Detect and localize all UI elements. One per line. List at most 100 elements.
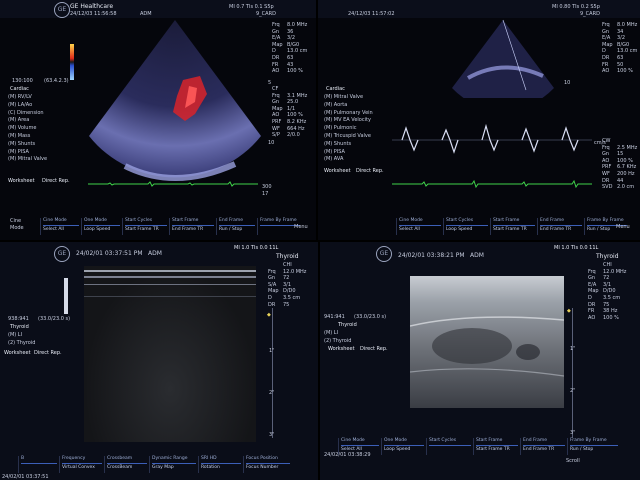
worksheet-button[interactable]: Worksheet bbox=[4, 350, 31, 356]
soft-key-bar: B Frequency Virtual Convex Crossbeam Cross… bbox=[18, 456, 292, 473]
measure-menu: (M) LI (2) Thyroid bbox=[324, 330, 351, 346]
direct-report-button[interactable]: Direct Rep. bbox=[42, 178, 70, 184]
depth-label: 3" bbox=[570, 430, 576, 436]
datetime: 24/12/03 11:57:02 bbox=[348, 11, 395, 17]
menu-item[interactable]: (M) Mitral Valve bbox=[324, 94, 373, 102]
panel-cardiac-doppler: 24/12/03 11:57:02 MI 0.80 TIs 0.2 S5p 9_… bbox=[318, 0, 640, 240]
menu-button[interactable]: Menu bbox=[616, 224, 630, 230]
b-mode-params: CHI Frq 12.0 MHz Gn 72 S/A 3/1 Map D/D0 D 3.5… bbox=[268, 262, 307, 308]
measure-menu: (M) LI (2) Thyroid bbox=[8, 332, 35, 348]
preset-label: Thyroid bbox=[596, 253, 619, 260]
soft-key[interactable]: Focus Position Focus Number bbox=[243, 456, 292, 473]
menu-item[interactable]: (M) Volume bbox=[8, 125, 47, 133]
soft-key[interactable]: Frame By Frame Run / Stop bbox=[567, 438, 620, 455]
output-indices: MI 0.7 TIs 0.1 S5p bbox=[229, 4, 274, 10]
sector-fan bbox=[452, 20, 554, 98]
thyroid-lobe bbox=[432, 328, 512, 364]
ge-logo-icon: GE bbox=[54, 246, 70, 262]
menu-item[interactable]: (M) Mitral Valve bbox=[8, 156, 47, 164]
menu-item[interactable]: (M) Pulmonic bbox=[324, 125, 373, 133]
linear-image bbox=[410, 276, 564, 408]
depth-label: 1" bbox=[269, 348, 275, 354]
cursor-line: 938:941 bbox=[8, 316, 29, 322]
ecg-trace bbox=[88, 181, 258, 187]
menu-item[interactable]: (M) RV/LV bbox=[8, 94, 47, 102]
worksheet-button[interactable]: Worksheet bbox=[328, 346, 355, 352]
focus-marker-icon: ◆ bbox=[267, 312, 271, 318]
soft-key-bar: Cine Mode Select All One Mode Loop Speed S… bbox=[40, 218, 302, 235]
soft-key[interactable]: Start Cycles bbox=[426, 438, 473, 455]
soft-key[interactable]: Start Cycles Start Frame TR bbox=[122, 218, 169, 235]
soft-key[interactable]: One Mode Loop Speed bbox=[381, 438, 426, 455]
soft-key[interactable]: One Mode Loop Speed bbox=[81, 218, 122, 235]
soft-key[interactable]: Frequency Virtual Convex bbox=[59, 456, 104, 473]
menu-item[interactable]: (M) MV EA Velocity bbox=[324, 117, 373, 125]
menu-item[interactable]: (M) Mass bbox=[8, 133, 47, 141]
menu-item[interactable]: (2) Thyroid bbox=[8, 340, 35, 348]
output-indices: MI 1.0 TIs 0.0 11L bbox=[554, 245, 599, 251]
panel-thyroid-image: GE 24/02/01 03:38:21 PM ADM MI 1.0 TIs 0… bbox=[320, 242, 640, 480]
cursor-value: (33.0/23.0 s) bbox=[38, 316, 71, 322]
depth-label: 2" bbox=[570, 388, 576, 394]
menu-item[interactable]: (M) LA/Ao bbox=[8, 102, 47, 110]
gray-scale-bar bbox=[64, 278, 68, 314]
preset-label: Thyroid bbox=[276, 253, 299, 260]
color-scale-bar bbox=[70, 44, 74, 80]
soft-key[interactable]: End Frame End Frame TR bbox=[537, 218, 584, 235]
measure-menu: (M) RV/LV (M) LA/Ao (C) Dimension (M) Ar… bbox=[8, 94, 47, 164]
doppler-spectrum bbox=[392, 123, 592, 154]
depth-ruler bbox=[272, 308, 273, 438]
near-field-line bbox=[84, 296, 256, 297]
worksheet-button[interactable]: Worksheet bbox=[8, 178, 35, 184]
menu-item[interactable]: (M) PISA bbox=[8, 149, 47, 157]
output-indices: MI 0.80 TIs 0.2 S5p bbox=[552, 4, 600, 10]
user-label: ADM bbox=[470, 252, 484, 259]
depth-ruler bbox=[572, 308, 573, 438]
menu-item[interactable]: (C) Dimension bbox=[8, 110, 47, 118]
doppler-waveform bbox=[401, 123, 579, 154]
color-bar-value: (63.4.2.3) bbox=[44, 78, 69, 84]
soft-key[interactable]: SRI HD Rotation bbox=[198, 456, 243, 473]
output-indices: MI 1.0 TIs 0.0 11L bbox=[234, 245, 279, 251]
brand-name: GE Healthcare bbox=[70, 3, 114, 10]
menu-item[interactable]: (M) AVA bbox=[324, 156, 373, 164]
b-mode-params: Frq 8.0 MHz Gn 34 E/A 3/2 Map B/G0 D 13.0 cm … bbox=[602, 22, 638, 75]
panel-thyroid-empty: GE 24/02/01 03:37:51 PM ADM MI 1.0 TIs 0… bbox=[0, 242, 318, 480]
menu-button[interactable]: Menu bbox=[294, 224, 308, 230]
monitor-grid: GE GE Healthcare 24/12/03 11:56:58 ADM M… bbox=[0, 0, 640, 480]
bottom-datetime: 24/02/01 03:38:29 bbox=[324, 452, 371, 458]
direct-report-button[interactable]: Direct Rep. bbox=[356, 168, 384, 174]
measure-menu: (M) Mitral Valve (M) Aorta (M) Pulmonary… bbox=[324, 94, 373, 164]
cw-params: CW Frq 2.5 MHz Gn 15 AO 100 % PRF 6.7 KHz WF… bbox=[602, 138, 638, 191]
soft-key[interactable]: Start Frame Start Frame TR bbox=[490, 218, 537, 235]
probe-id: 9_CARD bbox=[580, 11, 600, 17]
soft-key[interactable]: Start Frame Start Frame TR bbox=[473, 438, 520, 455]
menu-item[interactable]: (M) Aorta bbox=[324, 102, 373, 110]
near-field-line bbox=[84, 284, 256, 285]
soft-key[interactable]: Dynamic Range Gray Map bbox=[149, 456, 198, 473]
soft-key[interactable]: End Frame Run / Stop bbox=[216, 218, 257, 235]
soft-key[interactable]: Start Cycles Loop Speed bbox=[443, 218, 490, 235]
menu-item[interactable]: (M) PISA bbox=[324, 149, 373, 157]
menu-item[interactable]: (M) LI bbox=[324, 330, 351, 338]
near-field-line bbox=[84, 276, 256, 278]
sector-image bbox=[89, 20, 261, 181]
soft-key[interactable]: End Frame End Frame TR bbox=[520, 438, 567, 455]
menu-item[interactable]: (M) Tricuspid Valve bbox=[324, 133, 373, 141]
menu-item[interactable]: (M) Area bbox=[8, 117, 47, 125]
worksheet-button[interactable]: Worksheet bbox=[324, 168, 351, 174]
soft-key[interactable]: B bbox=[18, 456, 59, 473]
direct-report-button[interactable]: Direct Rep. bbox=[360, 346, 388, 352]
soft-key[interactable]: Cine Mode Select All bbox=[396, 218, 443, 235]
direct-report-button[interactable]: Direct Rep. bbox=[34, 350, 62, 356]
soft-key[interactable]: Crossbeam CrossBeam bbox=[104, 456, 149, 473]
menu-item[interactable]: (M) Pulmonary Vein bbox=[324, 110, 373, 118]
soft-key[interactable]: Cine Mode Select All bbox=[40, 218, 81, 235]
menu-item[interactable]: (M) Shunts bbox=[324, 141, 373, 149]
menu-item[interactable]: (M) LI bbox=[8, 332, 35, 340]
ecg-trace bbox=[392, 179, 592, 189]
menu-item[interactable]: (2) Thyroid bbox=[324, 338, 351, 346]
scroll-button[interactable]: Scroll bbox=[566, 458, 580, 464]
soft-key[interactable]: Start Frame End Frame TR bbox=[169, 218, 216, 235]
menu-item[interactable]: (M) Shunts bbox=[8, 141, 47, 149]
